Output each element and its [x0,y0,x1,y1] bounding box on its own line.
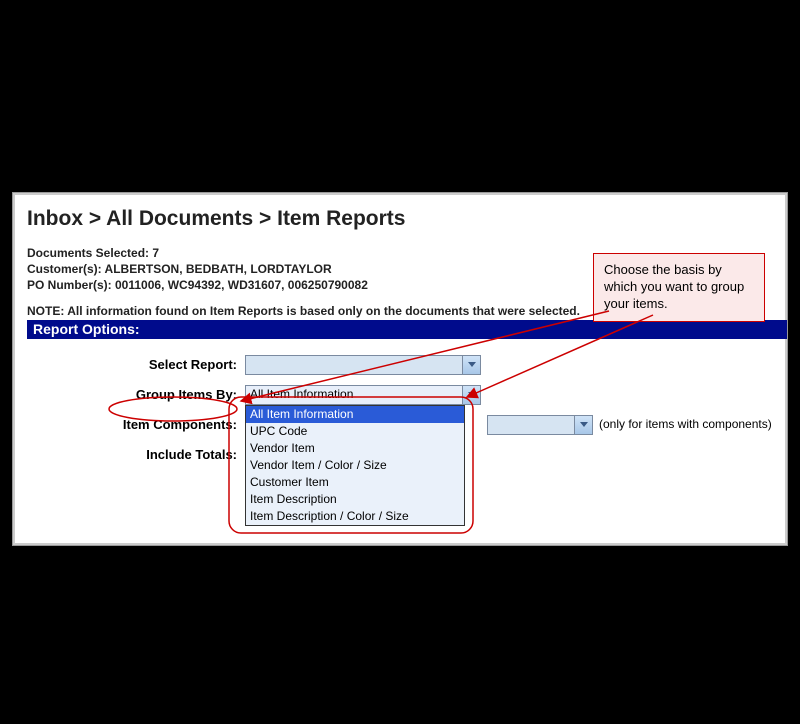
group-items-by-dropdown[interactable]: All Item Information [245,385,481,405]
option-vendor-item[interactable]: Vendor Item [246,440,464,457]
option-item-description-color-size[interactable]: Item Description / Color / Size [246,508,464,525]
row-group-items-by: Group Items By: All Item Information All… [27,385,773,405]
option-item-description[interactable]: Item Description [246,491,464,508]
form-area: Select Report: Group Items By: All Item … [27,339,773,462]
section-header: Report Options: [27,320,787,339]
report-panel: Inbox > All Documents > Item Reports Doc… [12,192,788,546]
row-select-report: Select Report: [27,355,773,375]
label-item-components: Item Components: [27,415,245,432]
label-include-totals: Include Totals: [27,445,245,462]
breadcrumb: Inbox > All Documents > Item Reports [27,207,773,231]
option-vendor-item-color-size[interactable]: Vendor Item / Color / Size [246,457,464,474]
option-customer-item[interactable]: Customer Item [246,474,464,491]
select-report-dropdown[interactable] [245,355,481,375]
select-arrow-icon[interactable] [462,356,480,374]
label-group-items-by: Group Items By: [27,385,245,402]
label-select-report: Select Report: [27,355,245,372]
select-arrow-icon[interactable] [574,416,592,434]
group-items-by-value: All Item Information [250,387,353,401]
item-components-dropdown[interactable] [487,415,593,435]
select-arrow-icon[interactable] [462,386,480,404]
option-upc-code[interactable]: UPC Code [246,423,464,440]
item-components-note: (only for items with components) [593,415,772,431]
callout-box: Choose the basis by which you want to gr… [593,253,765,322]
option-all-item-information[interactable]: All Item Information [246,406,464,423]
group-items-by-options[interactable]: All Item Information UPC Code Vendor Ite… [245,405,465,526]
